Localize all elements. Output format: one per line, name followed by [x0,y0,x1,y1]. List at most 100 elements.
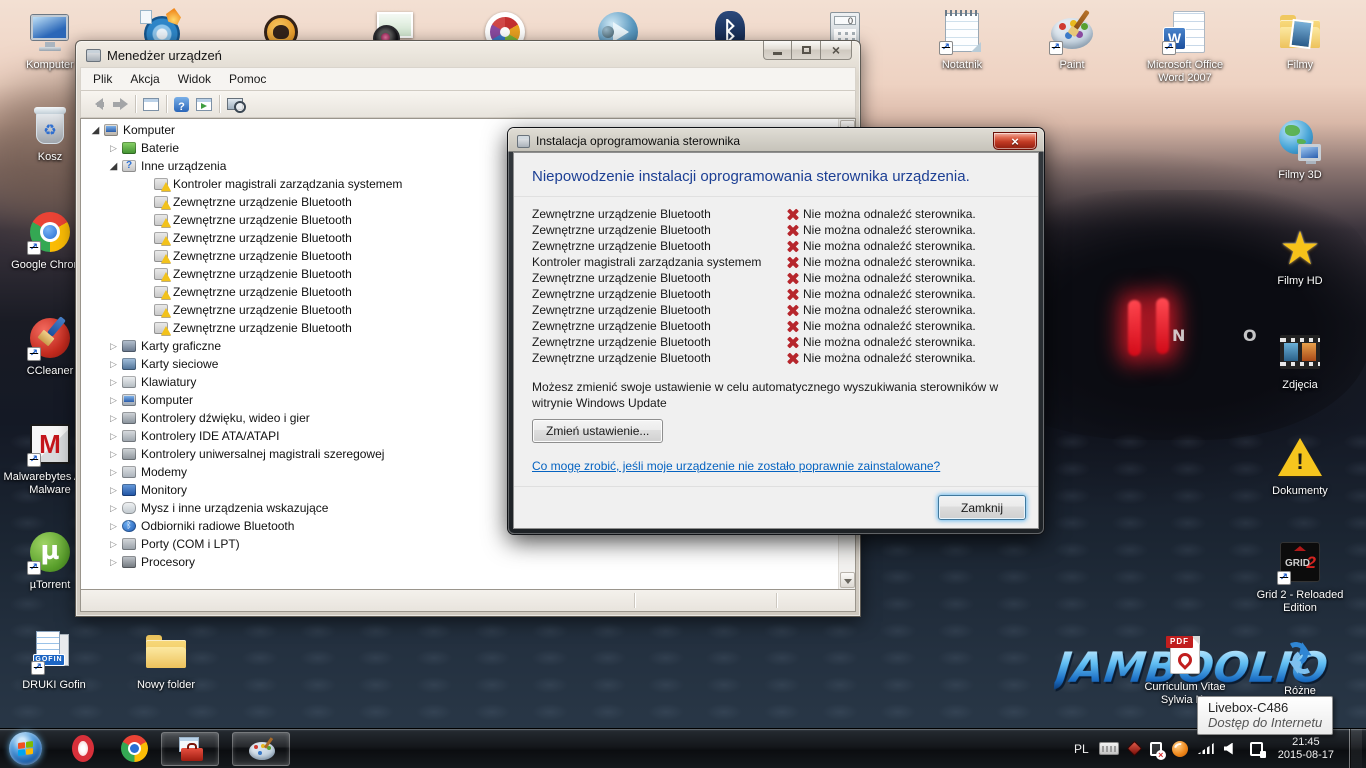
device-status-row: Kontroler magistrali zarządzania systeme… [532,254,1020,270]
maximize-button[interactable] [792,41,821,60]
tray-clock[interactable]: 21:45 2015-08-17 [1278,736,1334,762]
expander-icon[interactable] [107,412,120,424]
expander-icon[interactable] [107,448,120,460]
device-status-row: Zewnętrzne urządzenie Bluetooth Nie możn… [532,350,1020,366]
status-text: Nie można odnaleźć sterownika. [801,207,1020,221]
expander-icon[interactable] [107,376,120,388]
tree-item-label: Zewnętrzne urządzenie Bluetooth [173,213,352,227]
tree-item-label: Komputer [123,123,175,137]
start-button[interactable] [9,732,42,765]
window-caption-buttons [763,41,852,60]
tree-item-label: Mysz i inne urządzenia wskazujące [141,501,328,515]
forward-button[interactable] [112,98,128,111]
tree-item-label: Porty (COM i LPT) [141,537,240,551]
menu-widok[interactable]: Widok [170,70,219,88]
error-x-icon [784,319,801,334]
taskbar-item-device-manager[interactable] [161,732,219,766]
scroll-down-button[interactable] [840,572,855,588]
expander-icon[interactable] [107,430,120,442]
status-bar [80,590,856,612]
menu-plik[interactable]: Plik [85,70,120,88]
device-category-icon [122,538,136,550]
device-status-row: Zewnętrzne urządzenie Bluetooth Nie możn… [532,270,1020,286]
close-window-button[interactable] [821,41,852,60]
error-x-icon [784,287,801,302]
tree-item-label: Kontrolery dźwięku, wideo i gier [141,411,310,425]
expander-icon[interactable] [107,394,120,406]
change-settings-button[interactable]: Zmień ustawienie... [532,419,663,443]
device-category-icon [122,394,136,406]
language-indicator[interactable]: PL [1074,742,1089,756]
windows-logo-icon [18,741,33,756]
show-desktop-button[interactable] [1349,729,1362,768]
expander-icon[interactable] [107,358,120,370]
show-properties-button[interactable] [143,98,159,111]
dialog-titlebar[interactable]: Instalacja oprogramowania sterownika [513,128,1039,152]
status-text: Nie można odnaleźć sterownika. [801,255,1020,269]
expander-icon[interactable] [107,340,120,352]
desktop-icon[interactable]: Różne [1252,634,1348,698]
network-signal-icon[interactable] [1198,743,1214,754]
keyboard-tray-icon[interactable] [1099,742,1119,755]
network-tooltip: Livebox-C486 Dostęp do Internetu [1197,696,1333,735]
taskbar-item-paint[interactable] [232,732,290,766]
back-button[interactable] [89,98,105,111]
taskbar-item-chrome[interactable] [121,735,148,762]
toolbar-separator [219,95,220,113]
device-category-icon [154,322,168,334]
device-status-row: Zewnętrzne urządzenie Bluetooth Nie możn… [532,302,1020,318]
safely-remove-hardware-icon[interactable] [1150,742,1162,756]
tray-time: 21:45 [1278,736,1334,749]
tooltip-network-name: Livebox-C486 [1208,700,1322,715]
tree-item-label: Odbiorniki radiowe Bluetooth [141,519,294,533]
tree-item[interactable]: Procesory [81,553,838,571]
device-name: Zewnętrzne urządzenie Bluetooth [532,223,784,237]
failure-header: Niepowodzenie instalacji oprogramowania … [514,153,1038,196]
device-name: Zewnętrzne urządzenie Bluetooth [532,335,784,349]
status-text: Nie można odnaleźć sterownika. [801,351,1020,365]
tree-item[interactable]: Porty (COM i LPT) [81,535,838,553]
device-manager-icon [86,49,101,62]
expander-icon[interactable] [107,160,120,173]
expander-icon[interactable] [107,466,120,478]
hardware-plug-icon[interactable] [1250,742,1263,756]
expander-icon[interactable] [107,484,120,496]
tree-item-label: Zewnętrzne urządzenie Bluetooth [173,231,352,245]
device-name: Zewnętrzne urządzenie Bluetooth [532,351,784,365]
close-icon [832,43,840,58]
tree-item-label: Zewnętrzne urządzenie Bluetooth [173,249,352,263]
taskbar-item-opera[interactable] [72,735,94,762]
close-dialog-button[interactable]: Zamknij [938,495,1026,520]
menu-akcja[interactable]: Akcja [122,70,167,88]
device-name: Zewnętrzne urządzenie Bluetooth [532,239,784,253]
red-diamond-tray-icon[interactable] [1126,741,1142,757]
help-link[interactable]: Co mogę zrobić, jeśli moje urządzenie ni… [532,459,1020,473]
expander-icon[interactable] [107,142,120,154]
action-pane-button[interactable] [196,98,212,111]
tree-item-label: Karty sieciowe [141,357,218,371]
volume-icon[interactable] [1224,743,1234,755]
device-status-row: Zewnętrzne urządzenie Bluetooth Nie możn… [532,334,1020,350]
expander-icon[interactable] [107,502,120,514]
expander-icon[interactable] [107,556,120,568]
menu-pomoc[interactable]: Pomoc [221,70,274,88]
scan-hardware-changes-button[interactable] [227,98,243,110]
device-name: Kontroler magistrali zarządzania systeme… [532,255,784,269]
dialog-close-button[interactable] [993,132,1037,150]
tree-item-label: Zewnętrzne urządzenie Bluetooth [173,321,352,335]
window-titlebar[interactable]: Menedżer urządzeń [80,41,856,67]
error-x-icon [784,271,801,286]
expander-icon[interactable] [89,124,102,137]
expander-icon[interactable] [107,520,120,532]
device-category-icon [122,358,136,370]
help-button[interactable] [174,97,189,112]
dialog-body: Niepowodzenie instalacji oprogramowania … [513,152,1039,529]
orange-ball-tray-icon[interactable] [1172,741,1188,757]
minimize-button[interactable] [763,41,792,60]
expander-icon[interactable] [107,538,120,550]
tree-item-label: Baterie [141,141,179,155]
status-text: Nie można odnaleźć sterownika. [801,271,1020,285]
desktop-icon-art [1161,630,1209,678]
error-x-icon [784,303,801,318]
device-status-row: Zewnętrzne urządzenie Bluetooth Nie możn… [532,222,1020,238]
